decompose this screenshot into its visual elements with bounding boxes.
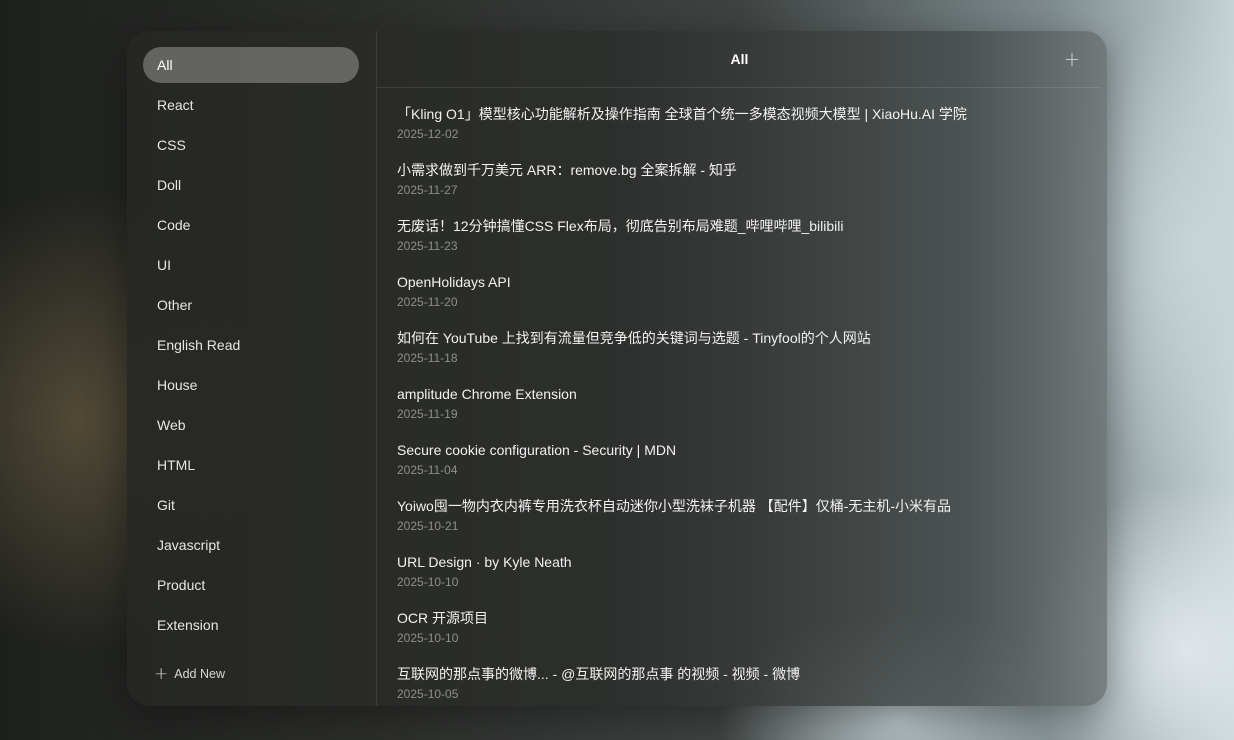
add-new-label: Add New (174, 667, 225, 681)
category-item-web[interactable]: Web (143, 407, 359, 443)
bookmark-item[interactable]: 小需求做到千万美元 ARR：remove.bg 全案拆解 - 知乎 2025-1… (397, 160, 1097, 216)
category-item-english-read[interactable]: English Read (143, 327, 359, 363)
bookmark-title: URL Design · by Kyle Neath (397, 554, 572, 570)
bookmark-title: 「Kling O1」模型核心功能解析及操作指南 全球首个统一多模态视频大模型 |… (397, 106, 967, 122)
category-list: All React CSS Doll Code UI Other English… (143, 47, 359, 647)
bookmark-date: 2025-11-19 (397, 407, 458, 421)
bookmark-date: 2025-10-10 (397, 631, 459, 645)
bookmark-item[interactable]: amplitude Chrome Extension 2025-11-19 (397, 384, 1097, 440)
add-new-category-button[interactable]: + Add New (154, 663, 225, 685)
plus-icon: + (154, 663, 169, 684)
bookmarks-window: All React CSS Doll Code UI Other English… (127, 31, 1107, 706)
bookmark-date: 2025-10-05 (397, 687, 459, 701)
bookmark-title: 如何在 YouTube 上找到有流量但竞争低的关键词与选题 - Tinyfool… (397, 330, 871, 346)
bookmark-item[interactable]: 无废话！12分钟搞懂CSS Flex布局，彻底告别布局难题_哔哩哔哩_bilib… (397, 216, 1097, 272)
category-item-css[interactable]: CSS (143, 127, 359, 163)
category-item-git[interactable]: Git (143, 487, 359, 523)
bookmark-title: amplitude Chrome Extension (397, 386, 577, 402)
bookmark-date: 2025-11-27 (397, 183, 458, 197)
bookmark-date: 2025-10-10 (397, 575, 459, 589)
category-item-code[interactable]: Code (143, 207, 359, 243)
bookmark-date: 2025-11-18 (397, 351, 458, 365)
bookmark-date: 2025-11-04 (397, 463, 458, 477)
bookmark-title: Secure cookie configuration - Security |… (397, 442, 677, 458)
category-item-all[interactable]: All (143, 47, 359, 83)
category-item-doll[interactable]: Doll (143, 167, 359, 203)
add-bookmark-button[interactable]: + (1060, 47, 1084, 71)
sidebar: All React CSS Doll Code UI Other English… (127, 31, 376, 706)
category-item-product[interactable]: Product (143, 567, 359, 603)
bookmark-date: 2025-10-21 (397, 519, 459, 533)
bookmark-title: 互联网的那点事的微博... - @互联网的那点事 的视频 - 视频 - 微博 (397, 666, 801, 682)
bookmark-title: 小需求做到千万美元 ARR：remove.bg 全案拆解 - 知乎 (397, 162, 737, 178)
bookmark-title: OpenHolidays API (397, 274, 511, 290)
category-item-javascript[interactable]: Javascript (143, 527, 359, 563)
category-item-house[interactable]: House (143, 367, 359, 403)
bookmark-list: 「Kling O1」模型核心功能解析及操作指南 全球首个统一多模态视频大模型 |… (397, 104, 1097, 706)
category-item-react[interactable]: React (143, 87, 359, 123)
bookmark-date: 2025-11-20 (397, 295, 458, 309)
category-item-extension[interactable]: Extension (143, 607, 359, 643)
bookmark-date: 2025-11-23 (397, 239, 458, 253)
page-title: All (730, 51, 749, 67)
category-item-other[interactable]: Other (143, 287, 359, 323)
category-item-html[interactable]: HTML (143, 447, 359, 483)
panel-header: All + (377, 31, 1102, 88)
bookmark-item[interactable]: OCR 开源项目 2025-10-10 (397, 608, 1097, 664)
bookmark-title: Yoiwo囤一物内衣内裤专用洗衣杯自动迷你小型洗袜子机器 【配件】仅桶-无主机-… (397, 498, 952, 514)
bookmark-item[interactable]: URL Design · by Kyle Neath 2025-10-10 (397, 552, 1097, 608)
bookmark-item[interactable]: 互联网的那点事的微博... - @互联网的那点事 的视频 - 视频 - 微博 2… (397, 664, 1097, 706)
bookmark-title: OCR 开源项目 (397, 610, 488, 626)
bookmark-item[interactable]: OpenHolidays API 2025-11-20 (397, 272, 1097, 328)
bookmark-item[interactable]: Yoiwo囤一物内衣内裤专用洗衣杯自动迷你小型洗袜子机器 【配件】仅桶-无主机-… (397, 496, 1097, 552)
bookmark-panel: All + 「Kling O1」模型核心功能解析及操作指南 全球首个统一多模态视… (377, 31, 1107, 706)
bookmark-title: 无废话！12分钟搞懂CSS Flex布局，彻底告别布局难题_哔哩哔哩_bilib… (397, 218, 844, 234)
bookmark-item[interactable]: 「Kling O1」模型核心功能解析及操作指南 全球首个统一多模态视频大模型 |… (397, 104, 1097, 160)
bookmark-date: 2025-12-02 (397, 127, 459, 141)
bookmark-item[interactable]: Secure cookie configuration - Security |… (397, 440, 1097, 496)
plus-icon: + (1063, 47, 1081, 71)
category-item-ui[interactable]: UI (143, 247, 359, 283)
bookmark-item[interactable]: 如何在 YouTube 上找到有流量但竞争低的关键词与选题 - Tinyfool… (397, 328, 1097, 384)
